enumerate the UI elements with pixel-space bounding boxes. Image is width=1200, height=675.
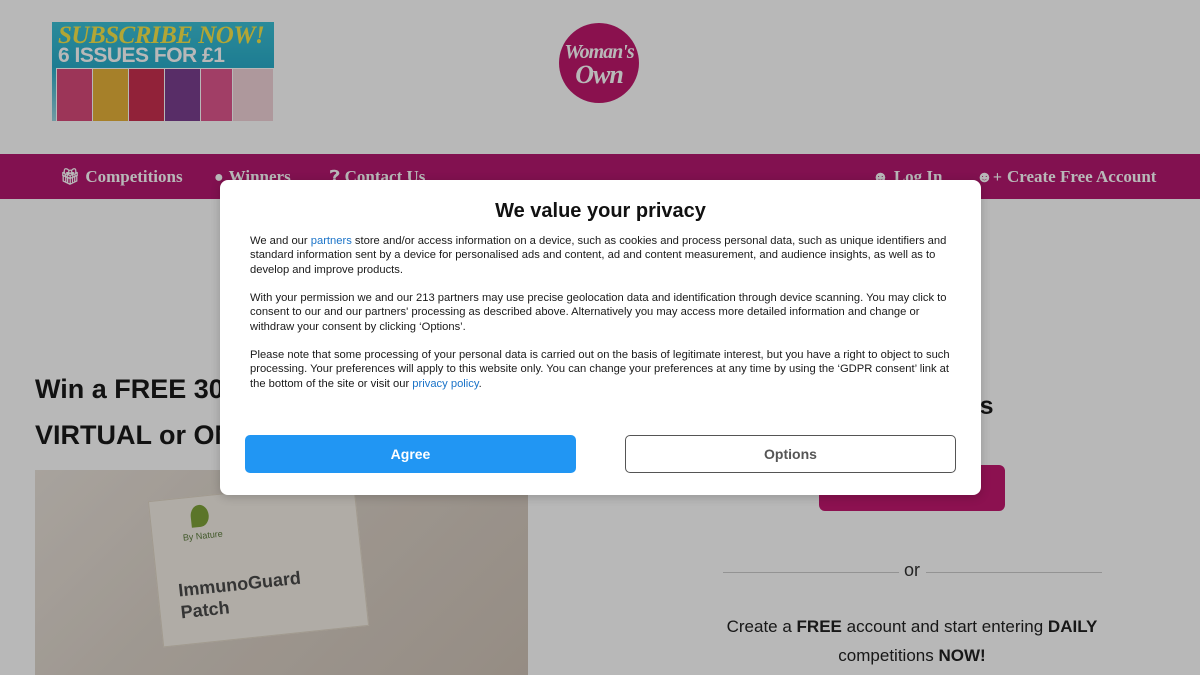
agree-button[interactable]: Agree [245, 435, 576, 473]
privacy-consent-dialog: We value your privacy We and our partner… [220, 180, 981, 495]
para-text: We and our [250, 235, 311, 247]
para-text: Please note that some processing of your… [250, 349, 950, 390]
para-text: store and/or access information on a dev… [250, 235, 947, 276]
consent-paragraph-3: Please note that some processing of your… [250, 348, 954, 391]
para-text: . [478, 377, 482, 390]
options-button[interactable]: Options [625, 435, 956, 473]
dialog-title: We value your privacy [495, 200, 706, 222]
consent-paragraph-2: With your permission we and our 213 part… [250, 292, 947, 333]
privacy-policy-link[interactable]: privacy policy [412, 378, 478, 390]
partners-link[interactable]: partners [311, 235, 352, 247]
consent-paragraph-1: We and our partners store and/or access … [250, 234, 954, 277]
